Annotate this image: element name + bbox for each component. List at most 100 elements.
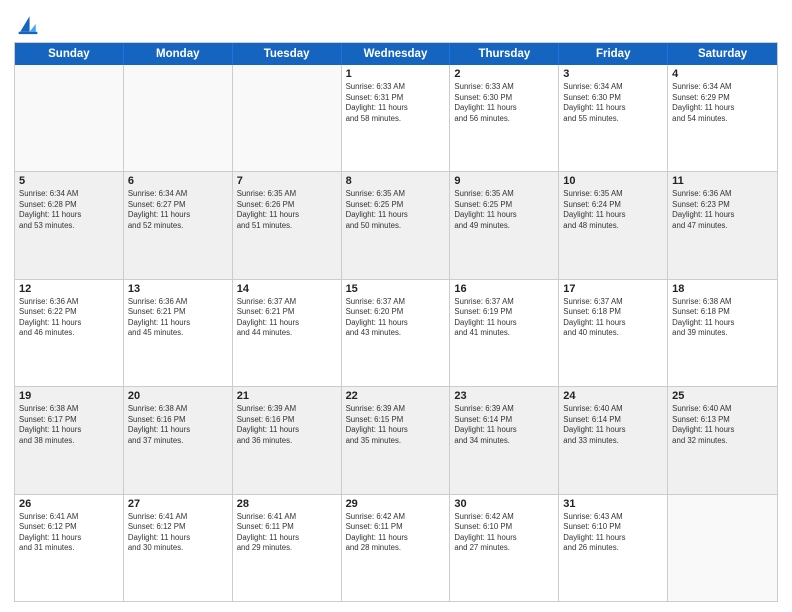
calendar-cell-day-5: 5 Sunrise: 6:34 AM Sunset: 6:28 PM Daylig… — [15, 172, 124, 278]
day-info: Sunrise: 6:37 AM Sunset: 6:19 PM Dayligh… — [454, 297, 554, 339]
day-number: 23 — [454, 390, 554, 402]
weekday-header-saturday: Saturday — [668, 43, 777, 65]
calendar-cell-day-18: 18 Sunrise: 6:38 AM Sunset: 6:18 PM Dayli… — [668, 280, 777, 386]
day-info: Sunrise: 6:35 AM Sunset: 6:24 PM Dayligh… — [563, 189, 663, 231]
calendar-cell-day-28: 28 Sunrise: 6:41 AM Sunset: 6:11 PM Dayli… — [233, 495, 342, 601]
day-number: 7 — [237, 175, 337, 187]
day-info: Sunrise: 6:40 AM Sunset: 6:14 PM Dayligh… — [563, 404, 663, 446]
day-info: Sunrise: 6:40 AM Sunset: 6:13 PM Dayligh… — [672, 404, 773, 446]
day-info: Sunrise: 6:43 AM Sunset: 6:10 PM Dayligh… — [563, 512, 663, 554]
day-info: Sunrise: 6:38 AM Sunset: 6:18 PM Dayligh… — [672, 297, 773, 339]
day-number: 9 — [454, 175, 554, 187]
day-number: 8 — [346, 175, 446, 187]
calendar-cell-day-22: 22 Sunrise: 6:39 AM Sunset: 6:15 PM Dayli… — [342, 387, 451, 493]
day-info: Sunrise: 6:34 AM Sunset: 6:30 PM Dayligh… — [563, 82, 663, 124]
day-info: Sunrise: 6:41 AM Sunset: 6:12 PM Dayligh… — [128, 512, 228, 554]
calendar-cell-day-16: 16 Sunrise: 6:37 AM Sunset: 6:19 PM Dayli… — [450, 280, 559, 386]
day-number: 16 — [454, 283, 554, 295]
calendar-cell-day-27: 27 Sunrise: 6:41 AM Sunset: 6:12 PM Dayli… — [124, 495, 233, 601]
day-number: 24 — [563, 390, 663, 402]
calendar-body: 1 Sunrise: 6:33 AM Sunset: 6:31 PM Daylig… — [15, 65, 777, 601]
calendar-cell-empty — [668, 495, 777, 601]
day-info: Sunrise: 6:39 AM Sunset: 6:14 PM Dayligh… — [454, 404, 554, 446]
logo — [14, 10, 46, 38]
calendar-cell-day-20: 20 Sunrise: 6:38 AM Sunset: 6:16 PM Dayli… — [124, 387, 233, 493]
day-number: 12 — [19, 283, 119, 295]
calendar-cell-day-14: 14Sunrise: 6:37 AM Sunset: 6:21 PM Dayli… — [233, 280, 342, 386]
day-info: Sunrise: 6:39 AM Sunset: 6:16 PM Dayligh… — [237, 404, 337, 446]
calendar-cell-empty — [233, 65, 342, 171]
day-number: 10 — [563, 175, 663, 187]
day-info: Sunrise: 6:38 AM Sunset: 6:16 PM Dayligh… — [128, 404, 228, 446]
calendar-cell-day-30: 30 Sunrise: 6:42 AM Sunset: 6:10 PM Dayli… — [450, 495, 559, 601]
day-number: 25 — [672, 390, 773, 402]
weekday-header-thursday: Thursday — [450, 43, 559, 65]
day-number: 11 — [672, 175, 773, 187]
day-info: Sunrise: 6:37 AM Sunset: 6:20 PM Dayligh… — [346, 297, 446, 339]
calendar-cell-day-11: 11 Sunrise: 6:36 AM Sunset: 6:23 PM Dayli… — [668, 172, 777, 278]
calendar-cell-day-29: 29 Sunrise: 6:42 AM Sunset: 6:11 PM Dayli… — [342, 495, 451, 601]
calendar-row-4: 26 Sunrise: 6:41 AM Sunset: 6:12 PM Dayli… — [15, 495, 777, 601]
day-number: 28 — [237, 498, 337, 510]
day-number: 30 — [454, 498, 554, 510]
day-info: Sunrise: 6:36 AM Sunset: 6:21 PM Dayligh… — [128, 297, 228, 339]
day-info: Sunrise: 6:37 AM Sunset: 6:18 PM Dayligh… — [563, 297, 663, 339]
logo-icon — [14, 10, 42, 38]
calendar-cell-day-7: 7 Sunrise: 6:35 AM Sunset: 6:26 PM Daylig… — [233, 172, 342, 278]
calendar-cell-day-9: 9Sunrise: 6:35 AM Sunset: 6:25 PM Daylig… — [450, 172, 559, 278]
calendar-cell-day-13: 13 Sunrise: 6:36 AM Sunset: 6:21 PM Dayli… — [124, 280, 233, 386]
day-number: 13 — [128, 283, 228, 295]
calendar-cell-day-31: 31Sunrise: 6:43 AM Sunset: 6:10 PM Dayli… — [559, 495, 668, 601]
weekday-header-sunday: Sunday — [15, 43, 124, 65]
day-info: Sunrise: 6:42 AM Sunset: 6:11 PM Dayligh… — [346, 512, 446, 554]
weekday-header-tuesday: Tuesday — [233, 43, 342, 65]
day-number: 19 — [19, 390, 119, 402]
day-info: Sunrise: 6:38 AM Sunset: 6:17 PM Dayligh… — [19, 404, 119, 446]
calendar-row-0: 1 Sunrise: 6:33 AM Sunset: 6:31 PM Daylig… — [15, 65, 777, 172]
day-info: Sunrise: 6:39 AM Sunset: 6:15 PM Dayligh… — [346, 404, 446, 446]
day-number: 5 — [19, 175, 119, 187]
calendar-cell-empty — [15, 65, 124, 171]
day-number: 29 — [346, 498, 446, 510]
day-info: Sunrise: 6:42 AM Sunset: 6:10 PM Dayligh… — [454, 512, 554, 554]
calendar-cell-day-12: 12Sunrise: 6:36 AM Sunset: 6:22 PM Dayli… — [15, 280, 124, 386]
calendar-cell-day-17: 17Sunrise: 6:37 AM Sunset: 6:18 PM Dayli… — [559, 280, 668, 386]
calendar-cell-day-19: 19 Sunrise: 6:38 AM Sunset: 6:17 PM Dayli… — [15, 387, 124, 493]
day-info: Sunrise: 6:34 AM Sunset: 6:29 PM Dayligh… — [672, 82, 773, 124]
day-number: 4 — [672, 68, 773, 80]
calendar-cell-day-3: 3 Sunrise: 6:34 AM Sunset: 6:30 PM Daylig… — [559, 65, 668, 171]
weekday-header-monday: Monday — [124, 43, 233, 65]
day-info: Sunrise: 6:34 AM Sunset: 6:28 PM Dayligh… — [19, 189, 119, 231]
day-info: Sunrise: 6:33 AM Sunset: 6:31 PM Dayligh… — [346, 82, 446, 124]
header — [14, 10, 778, 38]
day-info: Sunrise: 6:35 AM Sunset: 6:25 PM Dayligh… — [346, 189, 446, 231]
day-info: Sunrise: 6:37 AM Sunset: 6:21 PM Dayligh… — [237, 297, 337, 339]
weekday-header-friday: Friday — [559, 43, 668, 65]
calendar-cell-day-1: 1 Sunrise: 6:33 AM Sunset: 6:31 PM Daylig… — [342, 65, 451, 171]
day-number: 3 — [563, 68, 663, 80]
calendar-cell-day-6: 6 Sunrise: 6:34 AM Sunset: 6:27 PM Daylig… — [124, 172, 233, 278]
calendar-cell-day-23: 23 Sunrise: 6:39 AM Sunset: 6:14 PM Dayli… — [450, 387, 559, 493]
calendar-cell-day-26: 26 Sunrise: 6:41 AM Sunset: 6:12 PM Dayli… — [15, 495, 124, 601]
day-info: Sunrise: 6:41 AM Sunset: 6:12 PM Dayligh… — [19, 512, 119, 554]
calendar-cell-day-24: 24 Sunrise: 6:40 AM Sunset: 6:14 PM Dayli… — [559, 387, 668, 493]
day-info: Sunrise: 6:34 AM Sunset: 6:27 PM Dayligh… — [128, 189, 228, 231]
weekday-header-wednesday: Wednesday — [342, 43, 451, 65]
day-number: 6 — [128, 175, 228, 187]
calendar-cell-day-8: 8 Sunrise: 6:35 AM Sunset: 6:25 PM Daylig… — [342, 172, 451, 278]
day-number: 20 — [128, 390, 228, 402]
day-info: Sunrise: 6:41 AM Sunset: 6:11 PM Dayligh… — [237, 512, 337, 554]
calendar-cell-day-21: 21 Sunrise: 6:39 AM Sunset: 6:16 PM Dayli… — [233, 387, 342, 493]
day-number: 1 — [346, 68, 446, 80]
calendar-row-3: 19 Sunrise: 6:38 AM Sunset: 6:17 PM Dayli… — [15, 387, 777, 494]
day-number: 27 — [128, 498, 228, 510]
day-number: 18 — [672, 283, 773, 295]
day-info: Sunrise: 6:33 AM Sunset: 6:30 PM Dayligh… — [454, 82, 554, 124]
calendar-cell-day-25: 25 Sunrise: 6:40 AM Sunset: 6:13 PM Dayli… — [668, 387, 777, 493]
day-number: 21 — [237, 390, 337, 402]
day-info: Sunrise: 6:35 AM Sunset: 6:26 PM Dayligh… — [237, 189, 337, 231]
day-number: 26 — [19, 498, 119, 510]
day-number: 22 — [346, 390, 446, 402]
calendar-row-1: 5 Sunrise: 6:34 AM Sunset: 6:28 PM Daylig… — [15, 172, 777, 279]
day-info: Sunrise: 6:36 AM Sunset: 6:23 PM Dayligh… — [672, 189, 773, 231]
